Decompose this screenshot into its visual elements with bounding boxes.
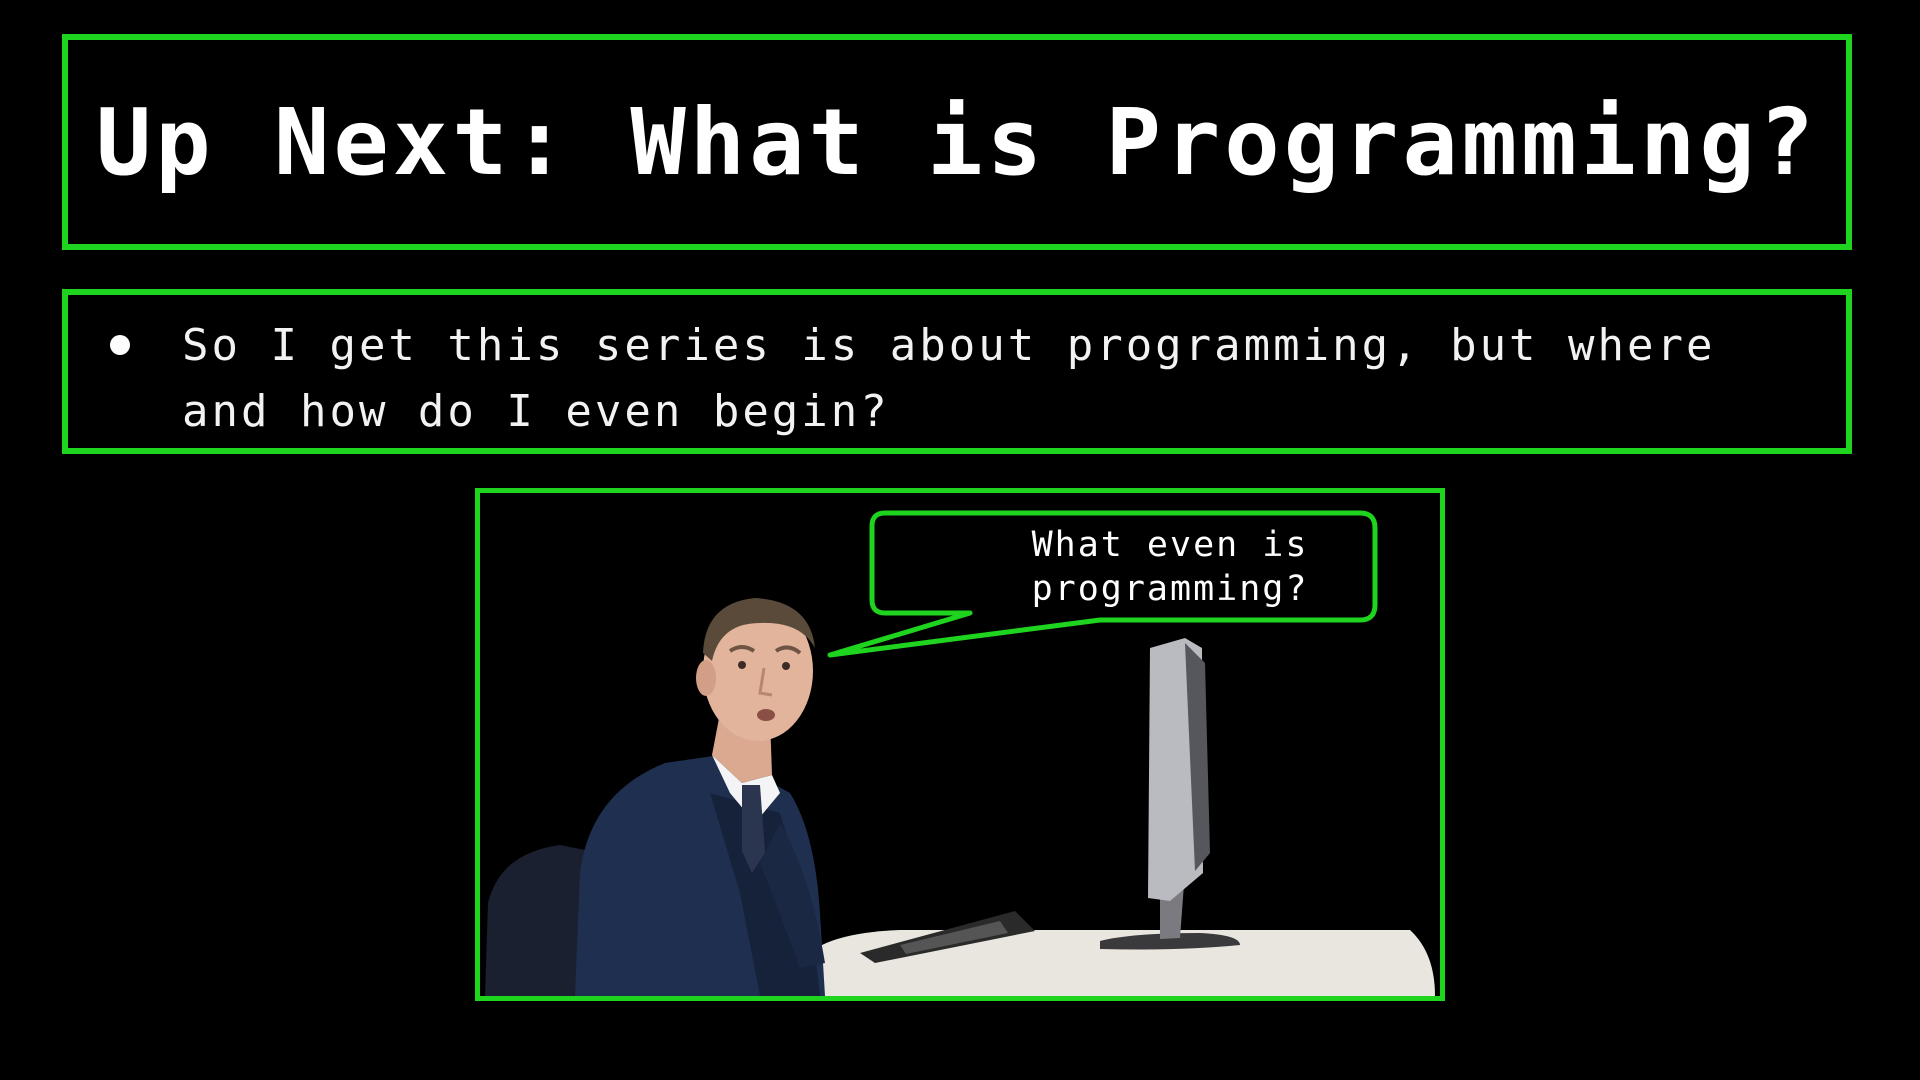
title-box: Up Next: What is Programming? [62, 34, 1852, 250]
bullet-dot-icon [110, 335, 130, 355]
ear [696, 660, 716, 696]
mouth [757, 709, 775, 721]
slide-title: Up Next: What is Programming? [95, 88, 1819, 196]
eye-left [738, 661, 746, 669]
slide: Up Next: What is Programming? So I get t… [0, 0, 1920, 1080]
bullet-text: So I get this series is about programmin… [182, 320, 1716, 437]
bullet-box: So I get this series is about programmin… [62, 289, 1852, 454]
illustration-frame: What even is programming? [475, 488, 1445, 1001]
eye-right [782, 662, 790, 670]
speech-bubble-text: What even is programming? [1031, 525, 1309, 609]
bullet-item: So I get this series is about programmin… [108, 313, 1806, 445]
